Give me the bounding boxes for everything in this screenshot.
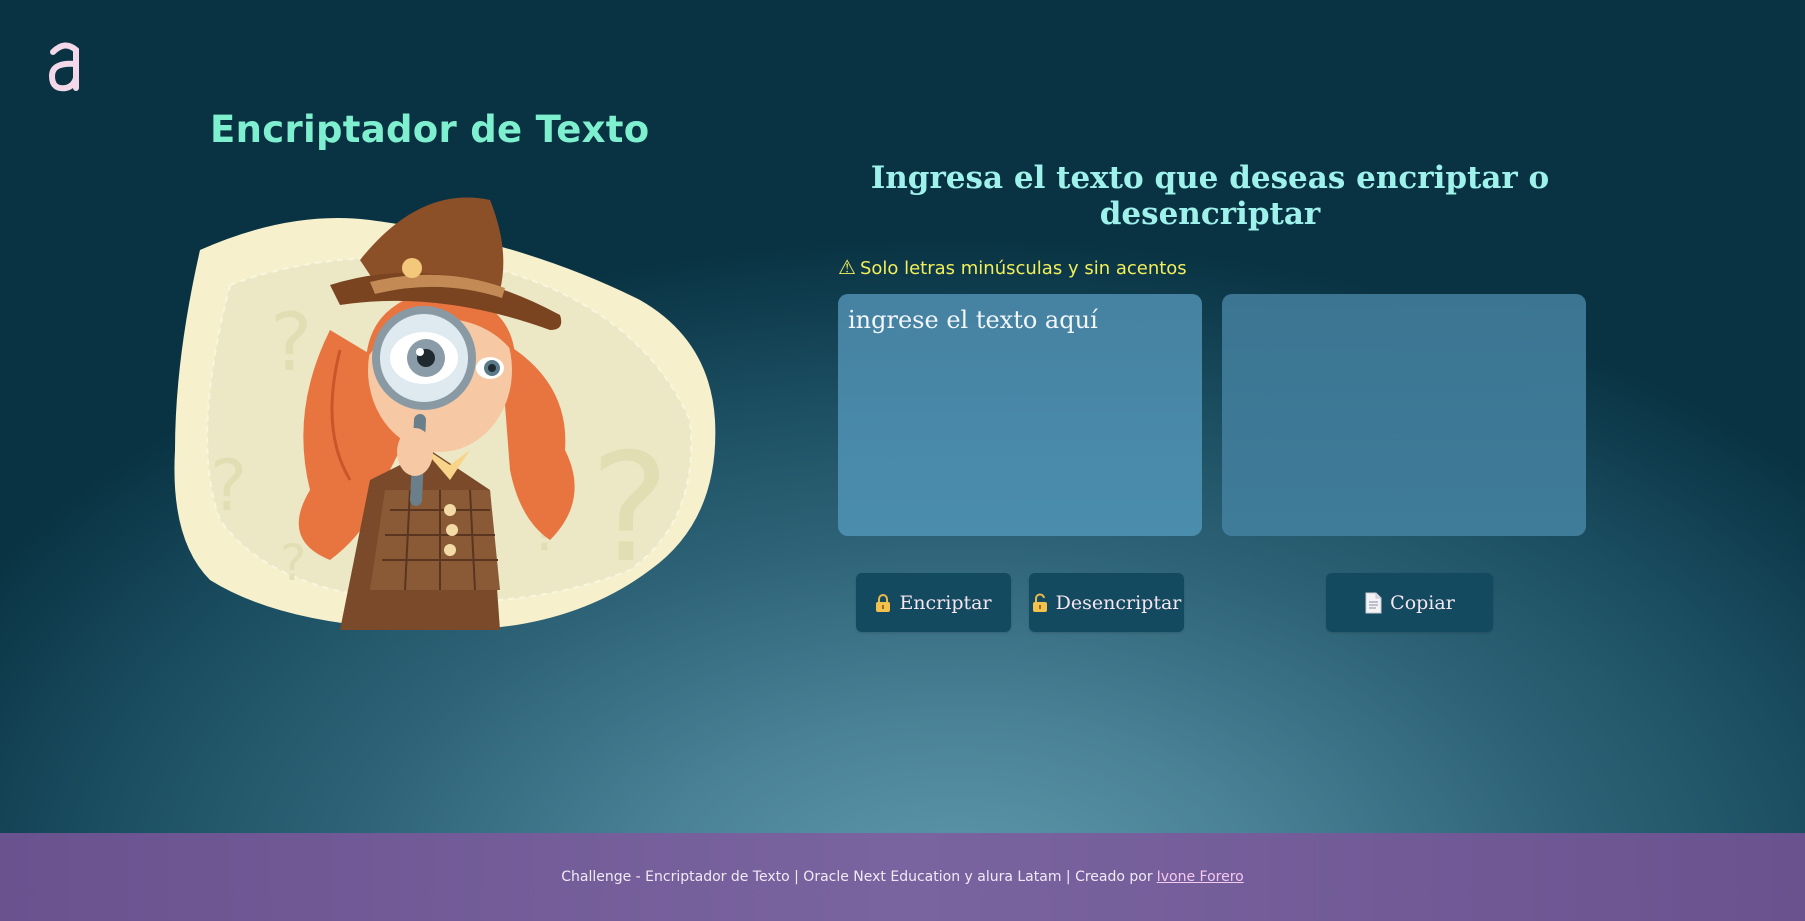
alura-logo-icon [48,42,79,92]
page-footer: Challenge - Encriptador de Texto | Oracl… [0,833,1805,921]
copy-button-label: Copiar [1390,591,1455,614]
svg-text:?: ? [590,422,670,596]
decrypt-button[interactable]: Desencriptar [1029,573,1184,632]
svg-text:?: ? [210,445,247,527]
document-icon [1365,592,1382,613]
footer-text: Challenge - Encriptador de Texto | Oracl… [561,869,1153,885]
text-input[interactable] [838,294,1202,536]
lock-closed-icon [876,593,891,612]
decrypt-button-label: Desencriptar [1055,591,1182,614]
encrypt-button-label: Encriptar [899,591,992,614]
app-title: Encriptador de Texto [210,108,650,151]
svg-text:?: ? [270,296,312,389]
instruction-heading: Ingresa el texto que deseas encriptar o … [870,160,1550,232]
result-output[interactable] [1222,294,1586,536]
lock-open-icon [1032,593,1047,612]
encrypt-button[interactable]: Encriptar [856,573,1011,632]
warning-message: ⚠ Solo letras minúsculas y sin acentos [838,255,1187,279]
author-link[interactable]: Ivone Forero [1157,869,1244,885]
copy-button[interactable]: Copiar [1326,573,1493,632]
warning-text: Solo letras minúsculas y sin acentos [859,258,1187,279]
svg-text:?: ? [280,534,307,592]
detective-girl-magnifier-illustration: ? ? ? ? ? [174,197,716,630]
warning-icon: ⚠ [838,255,856,279]
